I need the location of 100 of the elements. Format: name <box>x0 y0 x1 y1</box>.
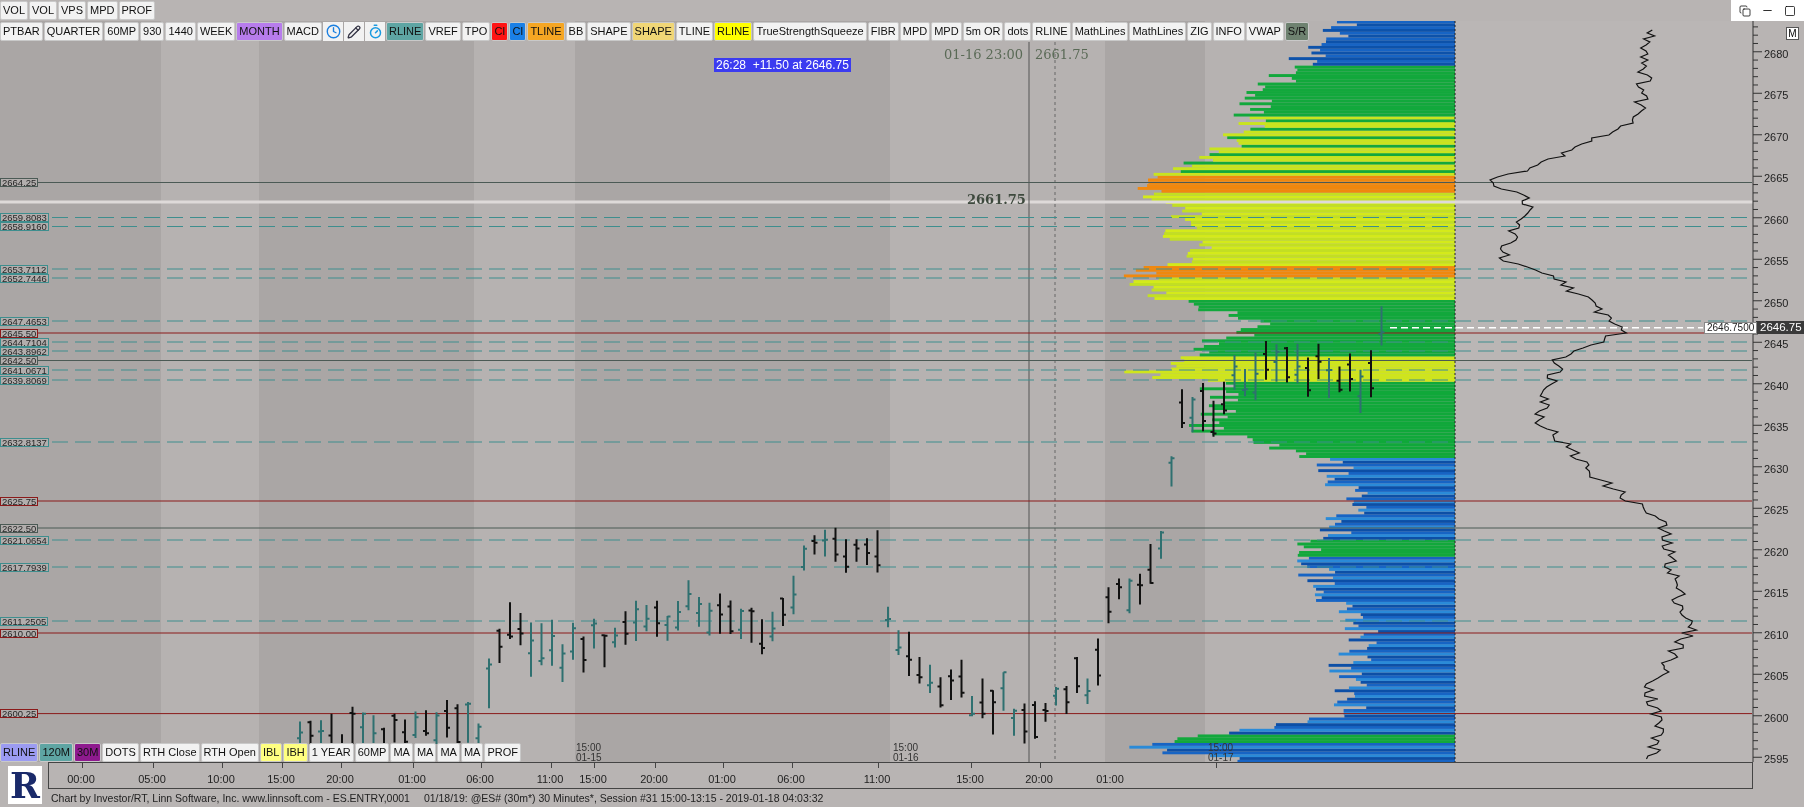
toolbar-button[interactable]: RTH Open <box>200 743 259 762</box>
level-price-label: 2652.7446 <box>0 273 49 283</box>
toolbar-button[interactable]: CI <box>491 22 509 41</box>
price-axis-label: 2660 <box>1764 213 1789 226</box>
price-bar <box>1178 388 1186 430</box>
toolbar-button[interactable]: RLINE <box>1032 22 1071 41</box>
toolbar-button[interactable]: MA <box>460 743 484 762</box>
toolbar-button[interactable]: dots <box>1004 22 1032 41</box>
toolbar-button[interactable]: IBH <box>283 743 308 762</box>
toolbar-button[interactable]: TLINE <box>527 22 565 41</box>
price-bar <box>737 607 745 641</box>
price-bar <box>1335 365 1344 394</box>
toolbar-button[interactable]: RLINE <box>0 743 39 762</box>
toolbar-button[interactable]: MPD <box>87 1 118 20</box>
clock-icon[interactable] <box>323 22 343 41</box>
pencil-icon[interactable] <box>344 22 364 41</box>
toolbar-button[interactable]: MA <box>437 743 460 762</box>
toolbar-button[interactable]: 5m OR <box>962 22 1004 41</box>
price-bar <box>1304 356 1312 398</box>
level-price-label: 2639.8069 <box>0 375 49 385</box>
toolbar-button[interactable]: PROF <box>118 1 156 20</box>
price-bar <box>1083 677 1092 706</box>
toolbar-button[interactable]: 60MP <box>354 743 390 762</box>
price-bar <box>863 537 871 566</box>
maximize-icon[interactable] <box>1784 4 1796 17</box>
price-axis-label: 2625 <box>1764 504 1789 517</box>
price-bar <box>947 668 955 702</box>
session-date-label: 01-15 <box>576 753 602 763</box>
toolbar-button[interactable]: MathLines <box>1129 22 1187 41</box>
price-bar <box>1146 542 1155 585</box>
current-price-tag: 2646.75 <box>1756 321 1804 335</box>
price-bar <box>1367 349 1375 399</box>
price-bar <box>1346 352 1354 393</box>
time-axis-label: 05:00 <box>138 773 166 785</box>
toolbar-button[interactable]: VWAP <box>1245 22 1284 41</box>
toolbar-button[interactable]: RLINE <box>714 22 753 41</box>
toolbar-button[interactable]: MACD <box>283 22 322 41</box>
toolbar-button[interactable]: PROF <box>484 743 521 762</box>
status-source-text: Chart by Investor/RT, Linn Software, Inc. www.linnsoft.com - ES.ENTRY,0001 <box>51 790 410 806</box>
toolbar-button[interactable]: MA <box>413 743 437 762</box>
m-button[interactable]: M <box>1786 27 1799 40</box>
toolbar-button[interactable]: IBL <box>259 743 283 762</box>
toolbar-button[interactable]: PTBAR <box>0 22 43 41</box>
price-bar <box>558 643 567 684</box>
price-bar <box>1199 381 1207 433</box>
toolbar-button[interactable]: MPD <box>931 22 962 41</box>
toolbar-button[interactable]: SHAPE <box>587 22 631 41</box>
toolbar-button[interactable]: TrueStrengthSqueeze <box>753 22 867 41</box>
level-price-label: 2641.0671 <box>0 365 49 375</box>
level-price-label: 2644.7104 <box>0 337 49 347</box>
price-bar <box>831 526 840 563</box>
toolbar-button[interactable]: 930 <box>140 22 165 41</box>
toolbar-button[interactable]: INFO <box>1212 22 1245 41</box>
price-bar <box>1377 305 1386 347</box>
toolbar-button[interactable]: RTH Close <box>139 743 200 762</box>
session-time-label: 15:00 <box>1208 743 1234 753</box>
price-bar <box>926 663 934 694</box>
toolbar-button[interactable]: MathLines <box>1071 22 1129 41</box>
toolbar-button[interactable]: VREF <box>425 22 461 41</box>
restore-icon[interactable] <box>1739 4 1751 17</box>
toolbar-button[interactable]: SHAPE <box>631 22 675 41</box>
toolbar-button[interactable]: MPD <box>899 22 931 41</box>
toolbar-button[interactable]: FIBR <box>867 22 899 41</box>
price-bar <box>632 599 640 642</box>
time-axis-label: 20:00 <box>640 773 668 785</box>
price-bar <box>1010 707 1018 737</box>
toolbar-button[interactable]: 1440 <box>165 22 196 41</box>
toolbar-button[interactable]: S/R <box>1284 22 1310 41</box>
toolbar-button[interactable]: MA <box>390 743 413 762</box>
toolbar-button[interactable]: CI <box>509 22 527 41</box>
toolbar-button[interactable]: 60MP <box>104 22 140 41</box>
toolbar-button[interactable]: TPO <box>461 22 491 41</box>
session-time-label: 15:00 <box>893 743 919 753</box>
level-price-label: 2621.0654 <box>0 535 49 545</box>
toolbar-button[interactable]: VPS <box>58 1 87 20</box>
price-bar <box>1073 656 1081 694</box>
level-price-label: 2647.4653 <box>0 316 49 326</box>
toolbar-button[interactable]: 120M <box>39 743 73 762</box>
toolbar-button[interactable]: QUARTER <box>43 22 104 41</box>
toolbar-button[interactable]: RLINE <box>386 22 425 41</box>
price-bar <box>989 689 997 736</box>
toolbar-button[interactable]: WEEK <box>196 22 236 41</box>
price-axis-label: 2640 <box>1764 379 1789 392</box>
level-price-label: 2610.00 <box>0 628 39 638</box>
price-bar <box>1251 351 1260 402</box>
toolbar-button[interactable]: VOL <box>0 1 28 20</box>
price-axis-label: 2610 <box>1764 628 1789 641</box>
price-bar <box>506 601 514 641</box>
toolbar-button[interactable]: MONTH <box>236 22 283 41</box>
toolbar-button[interactable]: BB <box>565 22 587 41</box>
price-axis-label: 2675 <box>1764 89 1789 102</box>
toolbar-button[interactable]: DOTS <box>102 743 139 762</box>
price-bar <box>1220 380 1228 416</box>
toolbar-button[interactable]: TLINE <box>675 22 714 41</box>
toolbar-button[interactable]: ZIG <box>1187 22 1212 41</box>
price-bar <box>884 605 892 629</box>
toolbar-button[interactable]: 1 YEAR <box>308 743 354 762</box>
time-axis-label: 00:00 <box>67 773 95 785</box>
level-price-label: 2645.50 <box>0 328 39 338</box>
toolbar-button[interactable]: VOL <box>29 1 58 20</box>
